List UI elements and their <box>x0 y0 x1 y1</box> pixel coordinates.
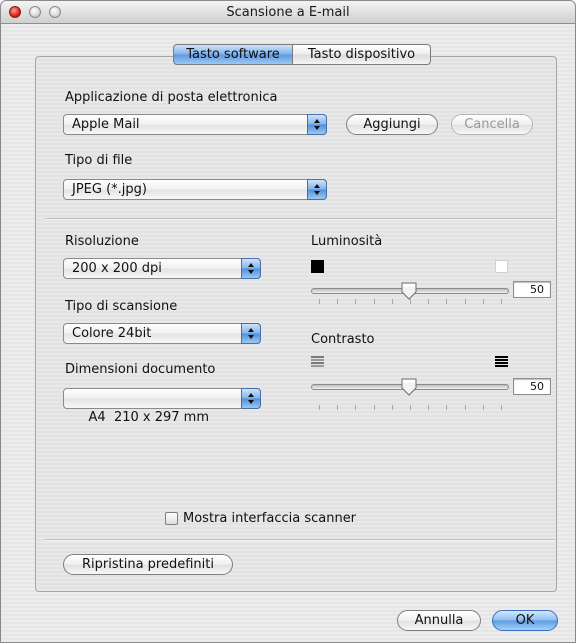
slider-thumb-icon[interactable] <box>401 378 417 396</box>
scan-type-value: Colore 24bit <box>72 326 152 341</box>
scan-type-select[interactable]: Colore 24bit <box>63 323 261 344</box>
slider-tick <box>428 405 429 410</box>
low-contrast-icon <box>311 356 324 367</box>
slider-thumb-icon[interactable] <box>401 282 417 300</box>
cancel-button[interactable]: Annulla <box>397 610 481 631</box>
email-app-select[interactable]: Apple Mail <box>63 114 327 135</box>
slider-tick <box>337 299 338 304</box>
slider-tick <box>374 405 375 410</box>
brightness-ticks <box>319 299 502 305</box>
high-contrast-icon <box>495 356 508 367</box>
up-down-arrows-icon <box>241 258 261 279</box>
slider-tick <box>374 299 375 304</box>
resolution-value: 200 x 200 dpi <box>72 261 162 276</box>
email-app-label: Applicazione di posta elettronica <box>65 90 278 105</box>
email-app-value: Apple Mail <box>72 117 140 132</box>
document-size-select[interactable]: A4 210 x 297 mm <box>63 388 261 425</box>
contrast-label: Contrasto <box>311 332 375 347</box>
restore-defaults-button[interactable]: Ripristina predefiniti <box>63 554 233 575</box>
slider-tick <box>410 299 411 304</box>
document-size-label: Dimensioni documento <box>65 362 216 377</box>
up-down-arrows-icon <box>241 388 261 409</box>
section-divider <box>45 218 555 220</box>
bottom-divider <box>45 539 555 541</box>
slider-tick <box>428 299 429 304</box>
slider-tick <box>446 405 447 410</box>
show-scanner-ui-label[interactable]: Mostra interfaccia scanner <box>183 511 356 526</box>
slider-tick <box>337 405 338 410</box>
light-swatch-icon <box>495 260 508 273</box>
ok-button[interactable]: OK <box>492 610 558 631</box>
slider-tick <box>355 405 356 410</box>
slider-tick <box>483 405 484 410</box>
window-title: Scansione a E-mail <box>226 5 350 20</box>
slider-tick <box>465 299 466 304</box>
remove-button[interactable]: Cancella <box>451 114 533 135</box>
tab-device-button[interactable]: Tasto dispositivo <box>293 44 431 65</box>
slider-tick <box>446 299 447 304</box>
up-down-arrows-icon <box>307 179 327 200</box>
contrast-value-field[interactable]: 50 <box>513 378 551 395</box>
add-button[interactable]: Aggiungi <box>346 114 438 135</box>
slider-tick <box>483 299 484 304</box>
slider-tick <box>355 299 356 304</box>
file-type-label: Tipo di file <box>65 153 133 168</box>
slider-tick <box>501 299 502 304</box>
resolution-select[interactable]: 200 x 200 dpi <box>63 258 261 279</box>
up-down-arrows-icon <box>241 323 261 344</box>
title-bar: Scansione a E-mail <box>1 1 575 24</box>
slider-tick <box>465 405 466 410</box>
scan-type-label: Tipo di scansione <box>65 299 178 314</box>
brightness-label: Luminosità <box>311 234 383 249</box>
resolution-label: Risoluzione <box>65 234 139 249</box>
slider-tick <box>501 405 502 410</box>
slider-tick <box>392 299 393 304</box>
file-type-value: JPEG (*.jpg) <box>72 182 147 197</box>
brightness-value-field[interactable]: 50 <box>513 281 551 298</box>
show-scanner-ui-checkbox[interactable] <box>165 512 178 525</box>
slider-tick <box>319 299 320 304</box>
document-size-value: A4 210 x 297 mm <box>88 410 210 425</box>
contrast-ticks <box>319 405 502 411</box>
tab-software-button[interactable]: Tasto software <box>173 44 293 65</box>
slider-tick <box>410 405 411 410</box>
scan-to-email-dialog: Scansione a E-mail Tasto software Tasto … <box>0 0 576 643</box>
slider-tick <box>392 405 393 410</box>
file-type-select[interactable]: JPEG (*.jpg) <box>63 179 327 200</box>
dark-swatch-icon <box>311 260 324 273</box>
up-down-arrows-icon <box>307 114 327 135</box>
slider-tick <box>319 405 320 410</box>
